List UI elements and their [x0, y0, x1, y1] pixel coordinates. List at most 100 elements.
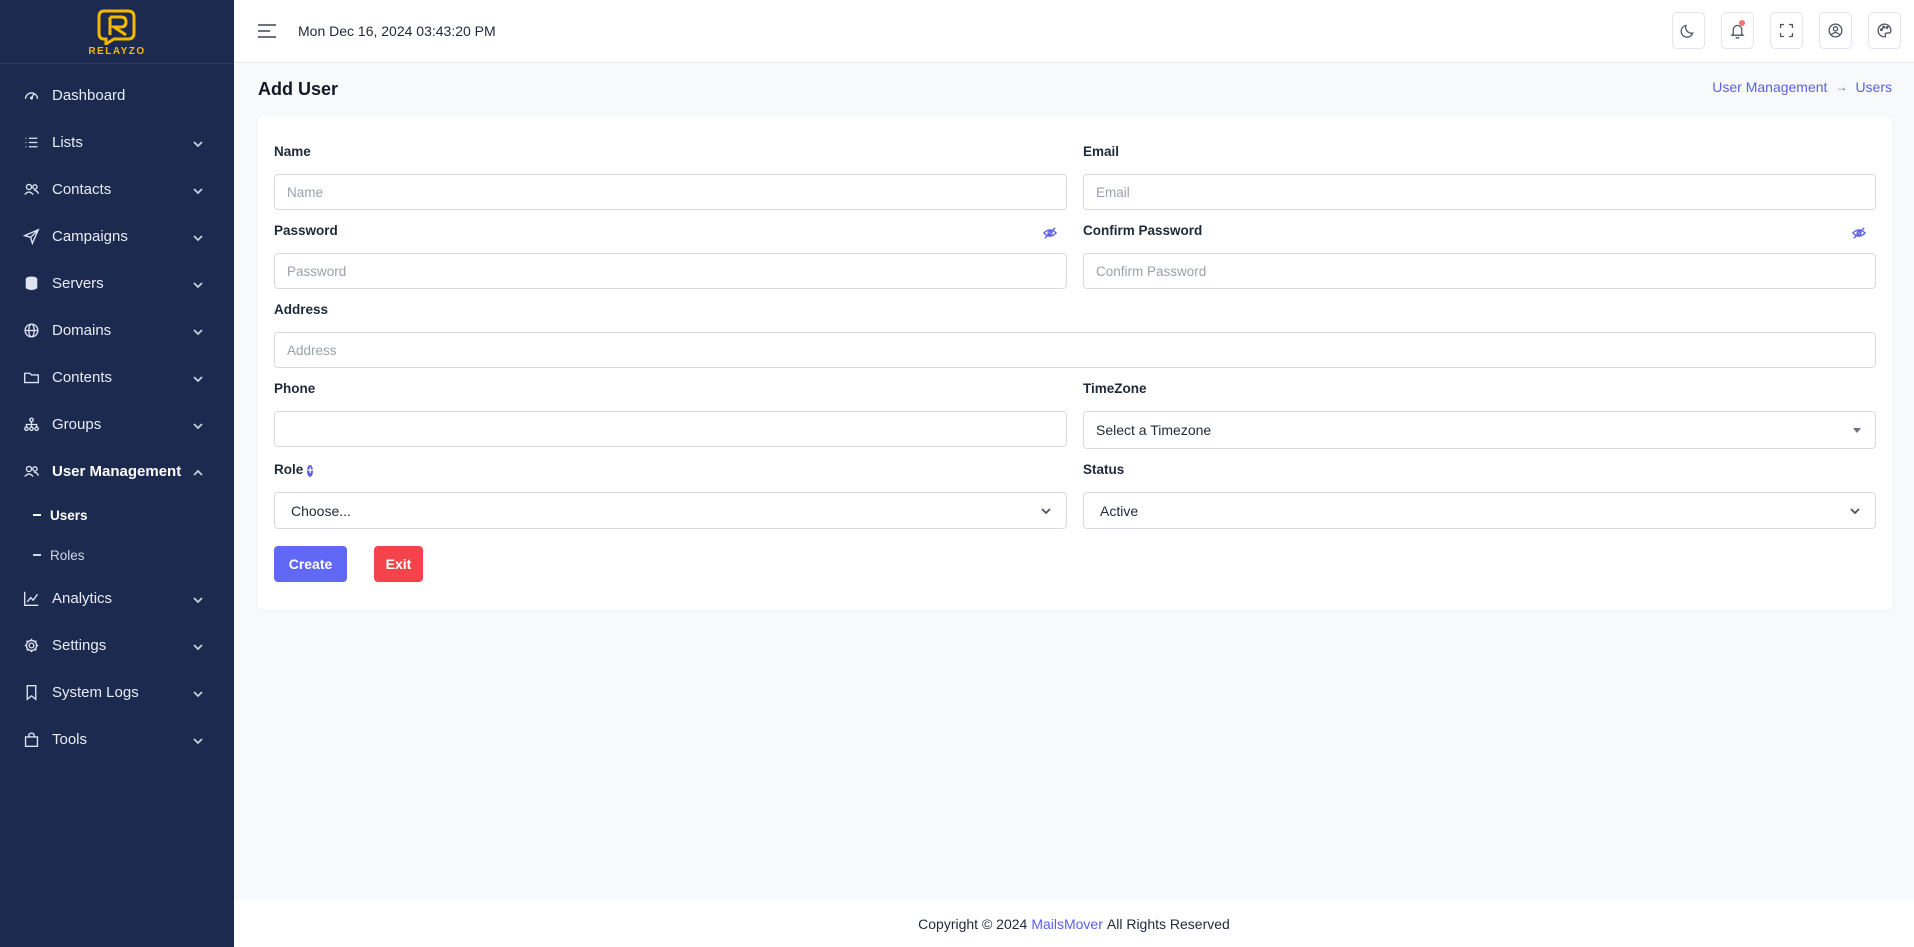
- name-input[interactable]: [274, 174, 1067, 210]
- sidebar-item-label: Servers: [52, 275, 104, 292]
- breadcrumb-user-management[interactable]: User Management: [1712, 79, 1827, 95]
- sidebar-item-label: Contacts: [52, 181, 112, 198]
- copyright-text: Copyright © 2024: [918, 915, 1028, 932]
- fullscreen-button[interactable]: [1770, 12, 1803, 49]
- status-label: Status: [1083, 462, 1125, 477]
- sidebar-item-dashboard[interactable]: Dashboard: [0, 72, 234, 119]
- timezone-select[interactable]: Select a Timezone: [1083, 411, 1876, 449]
- database-icon: [22, 275, 40, 293]
- sidebar-item-label: User Management: [52, 463, 182, 480]
- chevron-down-icon: [192, 687, 204, 699]
- user-circle-icon: [1828, 23, 1843, 38]
- role-group: Role + Choose...: [274, 462, 1067, 529]
- sidebar-item-contents[interactable]: Contents: [0, 354, 234, 401]
- user-management-submenu: Users Roles: [0, 495, 234, 575]
- chevron-down-icon: [192, 593, 204, 605]
- sidebar-item-label: Groups: [52, 416, 102, 433]
- toggle-password-visibility-icon[interactable]: [1042, 226, 1058, 240]
- main-content: Add User User Management → Users Name Em…: [234, 63, 1914, 900]
- add-user-form: Name Email Password Confirm Password Add…: [258, 116, 1892, 610]
- password-label: Password: [274, 223, 338, 238]
- confirm-password-input[interactable]: [1083, 253, 1876, 289]
- email-input[interactable]: [1083, 174, 1876, 210]
- sidebar-item-groups[interactable]: Groups: [0, 401, 234, 448]
- brand-name: RELAYZO: [88, 45, 146, 57]
- status-value: Active: [1100, 502, 1139, 519]
- palette-icon: [1877, 23, 1892, 38]
- name-group: Name: [274, 144, 1067, 210]
- role-label: Role: [274, 462, 304, 477]
- sidebar-subitem-roles[interactable]: Roles: [0, 535, 234, 575]
- gauge-icon: [22, 87, 40, 105]
- logo[interactable]: RELAYZO: [0, 0, 234, 64]
- create-button[interactable]: Create: [274, 546, 347, 582]
- chevron-down-icon: [192, 419, 204, 431]
- chevron-down-icon: [192, 325, 204, 337]
- sidebar-item-lists[interactable]: Lists: [0, 119, 234, 166]
- chevron-down-icon: [192, 640, 204, 652]
- caret-down-icon: [1853, 427, 1861, 433]
- dark-mode-button[interactable]: [1672, 12, 1705, 49]
- sidebar-item-label: Contents: [52, 369, 113, 386]
- current-datetime: Mon Dec 16, 2024 03:43:20 PM: [298, 23, 496, 39]
- sidebar-item-label: Lists: [52, 134, 83, 151]
- bag-icon: [22, 731, 40, 749]
- rights-text: All Rights Reserved: [1106, 915, 1230, 932]
- mailsmover-link[interactable]: MailsMover: [1031, 916, 1103, 932]
- password-input[interactable]: [274, 253, 1067, 289]
- role-value: Choose...: [291, 502, 351, 519]
- address-input[interactable]: [274, 332, 1876, 368]
- sidebar-item-label: Settings: [52, 637, 107, 654]
- sidebar-item-label: System Logs: [52, 684, 139, 701]
- toggle-confirm-password-visibility-icon[interactable]: [1851, 226, 1867, 240]
- list-icon: [22, 134, 40, 152]
- confirm-password-label: Confirm Password: [1083, 223, 1203, 238]
- sidebar-item-analytics[interactable]: Analytics: [0, 575, 234, 622]
- page-title: Add User: [258, 79, 339, 99]
- exit-button[interactable]: Exit: [374, 546, 423, 582]
- sidebar-item-tools[interactable]: Tools: [0, 716, 234, 763]
- add-role-icon[interactable]: +: [307, 465, 314, 477]
- breadcrumb-users[interactable]: Users: [1855, 79, 1892, 95]
- sidebar-item-user-management[interactable]: User Management: [0, 448, 234, 495]
- chevron-down-icon: [192, 137, 204, 149]
- sidebar-subitem-label: Roles: [50, 547, 85, 563]
- hierarchy-icon: [22, 416, 40, 434]
- address-group: Address: [274, 302, 1876, 368]
- breadcrumb-arrow-icon: →: [1835, 80, 1848, 94]
- sidebar-subitem-users[interactable]: Users: [0, 495, 234, 535]
- menu-toggle-icon[interactable]: [258, 24, 276, 38]
- dash-icon: [33, 554, 41, 556]
- password-group: Password: [274, 223, 1067, 289]
- sidebar-item-servers[interactable]: Servers: [0, 260, 234, 307]
- sidebar-item-label: Tools: [52, 731, 88, 748]
- sidebar-item-settings[interactable]: Settings: [0, 622, 234, 669]
- chart-icon: [22, 590, 40, 608]
- email-label: Email: [1083, 144, 1120, 159]
- sidebar-item-contacts[interactable]: Contacts: [0, 166, 234, 213]
- status-select[interactable]: Active: [1083, 492, 1876, 529]
- phone-label: Phone: [274, 381, 316, 396]
- sidebar-item-label: Analytics: [52, 590, 113, 607]
- relayzo-logo-icon: [97, 9, 136, 45]
- theme-customizer-button[interactable]: [1868, 12, 1901, 49]
- header-actions: [1672, 12, 1901, 49]
- sidebar-subitem-label: Users: [50, 507, 88, 523]
- sidebar-item-system-logs[interactable]: System Logs: [0, 669, 234, 716]
- top-header: Mon Dec 16, 2024 03:43:20 PM: [234, 0, 1914, 63]
- chevron-down-icon: [192, 372, 204, 384]
- role-select[interactable]: Choose...: [274, 492, 1067, 529]
- timezone-group: TimeZone Select a Timezone: [1083, 381, 1876, 449]
- sidebar-item-domains[interactable]: Domains: [0, 307, 234, 354]
- sidebar-item-label: Domains: [52, 322, 112, 339]
- fullscreen-icon: [1779, 23, 1794, 38]
- dash-icon: [33, 514, 41, 516]
- profile-button[interactable]: [1819, 12, 1852, 49]
- sidebar: RELAYZO Dashboard Lists Contacts Campaig…: [0, 0, 234, 947]
- sidebar-item-campaigns[interactable]: Campaigns: [0, 213, 234, 260]
- notifications-button[interactable]: [1721, 12, 1754, 49]
- phone-input[interactable]: [274, 411, 1067, 447]
- breadcrumb: User Management → Users: [1712, 79, 1892, 95]
- status-group: Status Active: [1083, 462, 1876, 529]
- sidebar-item-label: Dashboard: [52, 87, 126, 104]
